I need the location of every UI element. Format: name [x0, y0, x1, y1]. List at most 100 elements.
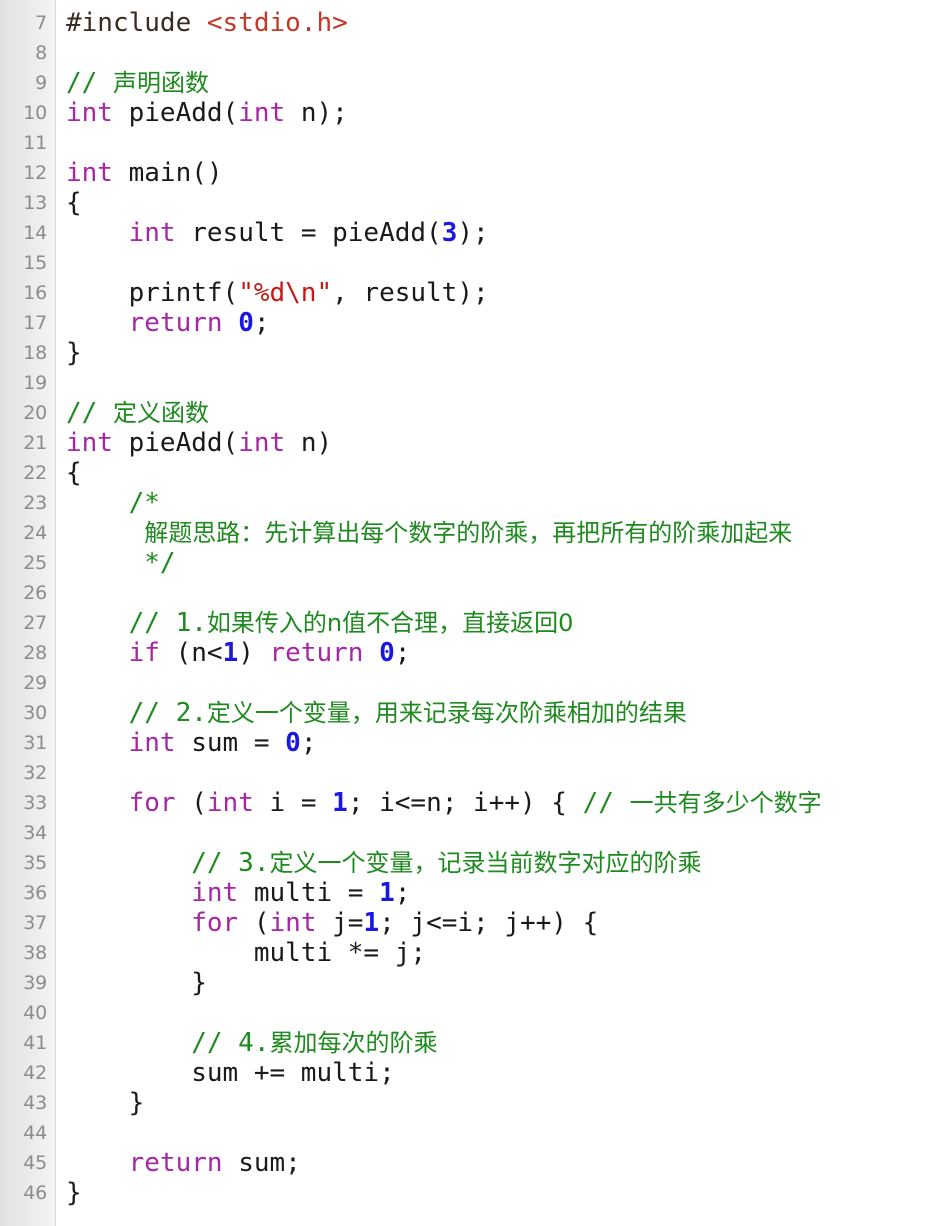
code-line[interactable]: int sum = 0; — [66, 728, 938, 758]
code-line[interactable]: int pieAdd(int n) — [66, 428, 938, 458]
code-editor[interactable]: 7 8 9 10 11 12 13 14 15 16 17 18 19 20 21 22 23 24 25 26 27 2… — [0, 0, 938, 1226]
code-line[interactable]: int multi = 1; — [66, 878, 938, 908]
code-line[interactable] — [66, 818, 938, 848]
line-number: 46 — [23, 1182, 47, 1204]
line-number: 40 — [23, 1002, 47, 1024]
code-token: 1 — [222, 638, 239, 668]
code-token: // — [582, 788, 630, 818]
line-number: 18 — [23, 342, 47, 364]
code-line[interactable]: multi *= j; — [66, 938, 938, 968]
line-number: 16 — [23, 282, 47, 304]
code-line[interactable]: int pieAdd(int n); — [66, 98, 938, 128]
line-number: 31 — [23, 732, 47, 754]
code-line[interactable] — [66, 668, 938, 698]
code-content-area[interactable]: #include <stdio.h> // 声明函数 int pieAdd(int… — [56, 0, 938, 1226]
code-token: if — [128, 638, 160, 668]
code-line[interactable] — [66, 128, 938, 158]
code-token: } — [66, 1088, 145, 1118]
line-number: 12 — [23, 162, 47, 184]
line-number: 43 — [23, 1092, 47, 1114]
code-token: ; j<=i; j++) { — [379, 908, 599, 938]
line-number: 21 — [23, 432, 47, 454]
code-token: sum; — [222, 1148, 301, 1178]
code-token: ; — [253, 308, 270, 338]
code-token: 0 — [238, 308, 254, 338]
code-line[interactable]: return 0; — [66, 308, 938, 338]
code-token: } — [66, 968, 207, 998]
code-token: ( — [238, 908, 270, 938]
code-line[interactable] — [66, 38, 938, 68]
code-token: for — [128, 788, 176, 818]
code-line[interactable]: for (int j=1; j<=i; j++) { — [66, 908, 938, 938]
code-line[interactable] — [66, 368, 938, 398]
code-token: 1 — [332, 788, 348, 818]
code-token: n) — [285, 428, 333, 458]
code-line[interactable]: } — [66, 1178, 938, 1208]
code-token: // — [66, 398, 113, 428]
code-line[interactable]: sum += multi; — [66, 1058, 938, 1088]
code-token: sum = — [175, 728, 286, 758]
code-token: int — [206, 788, 254, 818]
code-line[interactable]: #include <stdio.h> — [66, 8, 938, 38]
code-line[interactable]: int main() — [66, 158, 938, 188]
code-token: { — [66, 188, 82, 218]
code-line[interactable]: // 1.如果传入的n值不合理，直接返回0 — [66, 608, 938, 638]
code-line[interactable]: // 定义函数 — [66, 398, 938, 428]
line-number: 15 — [23, 252, 47, 274]
line-number: 41 — [23, 1032, 47, 1054]
code-line[interactable]: } — [66, 968, 938, 998]
code-token: #include — [66, 8, 207, 38]
code-line[interactable]: /* — [66, 488, 938, 518]
code-line[interactable]: { — [66, 458, 938, 488]
code-line[interactable]: // 4.累加每次的阶乘 — [66, 1028, 938, 1058]
code-token: } — [66, 338, 82, 368]
code-line[interactable] — [66, 578, 938, 608]
code-line[interactable]: */ — [66, 548, 938, 578]
code-line[interactable]: } — [66, 338, 938, 368]
code-token: , result); — [332, 278, 489, 308]
code-line[interactable] — [66, 758, 938, 788]
code-token: return — [128, 308, 223, 338]
code-token: // 3. — [66, 848, 270, 878]
line-number: 23 — [23, 492, 47, 514]
code-token: <stdio.h> — [206, 8, 348, 38]
code-line[interactable]: { — [66, 188, 938, 218]
code-token: 解题思路：先计算出每个数字的阶乘，再把所有的阶乘加起来 — [144, 519, 793, 547]
code-token: int — [238, 428, 286, 458]
line-number: 17 — [23, 312, 47, 334]
code-line[interactable]: for (int i = 1; i<=n; i++) { // 一共有多少个数字 — [66, 788, 938, 818]
code-token: 1 — [379, 878, 395, 908]
code-token: */ — [66, 548, 176, 578]
code-token: 一共有多少个数字 — [629, 789, 822, 817]
code-token: main() — [112, 158, 223, 188]
code-line[interactable] — [66, 998, 938, 1028]
line-number: 13 — [23, 192, 47, 214]
line-number: 45 — [23, 1152, 47, 1174]
code-token: ) — [238, 638, 270, 668]
code-token: 定义一个变量，记录当前数字对应的阶乘 — [269, 849, 702, 877]
line-number: 14 — [23, 222, 47, 244]
code-token: 0 — [379, 638, 395, 668]
code-line[interactable]: } — [66, 1088, 938, 1118]
code-line[interactable]: // 2.定义一个变量，用来记录每次阶乘相加的结果 — [66, 698, 938, 728]
code-token: int — [66, 158, 113, 188]
code-line[interactable]: int result = pieAdd(3); — [66, 218, 938, 248]
line-number: 11 — [23, 132, 47, 154]
code-line[interactable]: return sum; — [66, 1148, 938, 1178]
code-token: // 1. — [66, 608, 207, 638]
line-number: 24 — [23, 522, 47, 544]
code-line[interactable]: if (n<1) return 0; — [66, 638, 938, 668]
code-token: for — [191, 908, 239, 938]
line-number: 36 — [23, 882, 47, 904]
line-number-gutter[interactable]: 7 8 9 10 11 12 13 14 15 16 17 18 19 20 21 22 23 24 25 26 27 2… — [0, 0, 56, 1226]
code-line[interactable]: // 声明函数 — [66, 68, 938, 98]
line-number: 10 — [23, 102, 47, 124]
code-line[interactable] — [66, 248, 938, 278]
code-line[interactable] — [66, 1118, 938, 1148]
code-token: j= — [316, 908, 364, 938]
code-line[interactable]: printf("%d\n", result); — [66, 278, 938, 308]
code-line[interactable]: // 3.定义一个变量，记录当前数字对应的阶乘 — [66, 848, 938, 878]
code-line[interactable]: 解题思路：先计算出每个数字的阶乘，再把所有的阶乘加起来 — [66, 518, 938, 548]
